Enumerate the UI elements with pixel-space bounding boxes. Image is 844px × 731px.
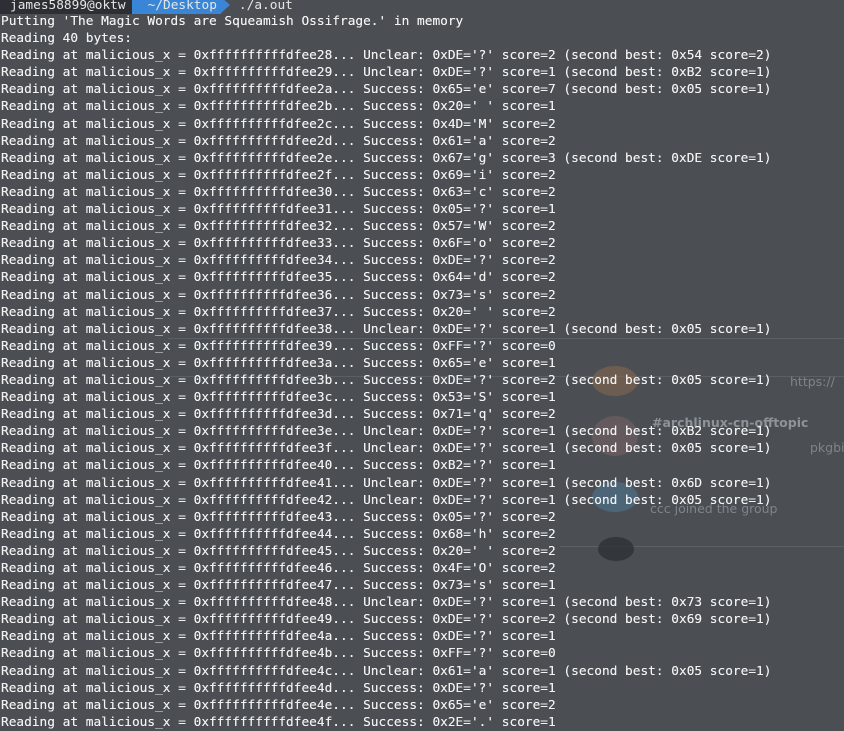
- output-line: Reading at malicious_x = 0xffffffffffdfe…: [1, 390, 556, 406]
- output-line: Reading at malicious_x = 0xffffffffffdfe…: [1, 543, 556, 559]
- output-line: Reading at malicious_x = 0xffffffffffdfe…: [1, 663, 772, 679]
- output-line: Reading at malicious_x = 0xffffffffffdfe…: [1, 714, 556, 730]
- output-line: Reading at malicious_x = 0xffffffffffdfe…: [1, 167, 556, 183]
- output-line: Reading at malicious_x = 0xffffffffffdfe…: [1, 219, 556, 235]
- shell-prompt: james58899@oktw ~/Desktop ./a.out: [0, 0, 844, 14]
- output-line: Reading at malicious_x = 0xffffffffffdfe…: [1, 646, 556, 662]
- output-line: Reading at malicious_x = 0xffffffffffdfe…: [1, 526, 556, 542]
- output-line: Reading at malicious_x = 0xffffffffffdfe…: [1, 629, 556, 645]
- output-line: Reading at malicious_x = 0xffffffffffdfe…: [1, 202, 556, 218]
- output-line: Reading at malicious_x = 0xffffffffffdfe…: [1, 561, 556, 576]
- prompt-command: ./a.out: [238, 0, 293, 13]
- output-line: Reading at malicious_x = 0xffffffffffdfe…: [1, 133, 556, 149]
- output-line: Reading at malicious_x = 0xffffffffffdfe…: [1, 304, 556, 320]
- terminal-window[interactable]: james58899@oktw ~/Desktop ./a.out Puttin…: [0, 0, 844, 730]
- output-line: Reading at malicious_x = 0xffffffffffdfe…: [1, 82, 772, 98]
- output-line: Reading at malicious_x = 0xffffffffffdfe…: [1, 407, 556, 423]
- prompt-user-host: james58899@oktw: [0, 0, 141, 14]
- output-line: Reading at malicious_x = 0xffffffffffdfe…: [1, 441, 772, 457]
- output-line: Reading at malicious_x = 0xffffffffffdfe…: [1, 458, 556, 474]
- output-line: Reading at malicious_x = 0xffffffffffdfe…: [1, 338, 556, 354]
- output-line: Reading at malicious_x = 0xffffffffffdfe…: [1, 680, 556, 696]
- output-line: Reading at malicious_x = 0xffffffffffdfe…: [1, 612, 772, 628]
- output-line: Reading at malicious_x = 0xffffffffffdfe…: [1, 355, 556, 371]
- output-line: Reading at malicious_x = 0xffffffffffdfe…: [1, 697, 556, 713]
- output-line: Reading at malicious_x = 0xffffffffffdfe…: [1, 595, 772, 611]
- output-line: Reading at malicious_x = 0xffffffffffdfe…: [1, 253, 556, 269]
- output-line: Reading at malicious_x = 0xffffffffffdfe…: [1, 184, 556, 200]
- output-line: Reading at malicious_x = 0xffffffffffdfe…: [1, 492, 772, 508]
- output-line: Reading at malicious_x = 0xffffffffffdfe…: [1, 150, 772, 166]
- output-line: Reading at malicious_x = 0xffffffffffdfe…: [1, 65, 772, 81]
- output-line: Reading at malicious_x = 0xffffffffffdfe…: [1, 287, 556, 303]
- prompt-directory: ~/Desktop: [131, 0, 231, 14]
- output-line: Reading at malicious_x = 0xffffffffffdfe…: [1, 509, 556, 525]
- output-line: Reading at malicious_x = 0xffffffffffdfe…: [1, 236, 556, 252]
- output-line: Reading at malicious_x = 0xffffffffffdfe…: [1, 270, 556, 286]
- output-line: Reading at malicious_x = 0xffffffffffdfe…: [1, 116, 556, 132]
- terminal-output: Putting 'The Magic Words are Squeamish O…: [1, 13, 771, 731]
- output-line: Reading at malicious_x = 0xffffffffffdfe…: [1, 99, 556, 115]
- output-line: Reading at malicious_x = 0xffffffffffdfe…: [1, 475, 772, 491]
- output-line: Reading at malicious_x = 0xffffffffffdfe…: [1, 48, 772, 64]
- output-line: Reading at malicious_x = 0xffffffffffdfe…: [1, 372, 772, 388]
- output-line: Reading at malicious_x = 0xffffffffffdfe…: [1, 424, 772, 440]
- output-line: Reading at malicious_x = 0xffffffffffdfe…: [1, 578, 556, 594]
- output-line: Putting 'The Magic Words are Squeamish O…: [1, 14, 464, 29]
- output-line: Reading 40 bytes:: [1, 31, 132, 47]
- output-line: Reading at malicious_x = 0xffffffffffdfe…: [1, 321, 772, 337]
